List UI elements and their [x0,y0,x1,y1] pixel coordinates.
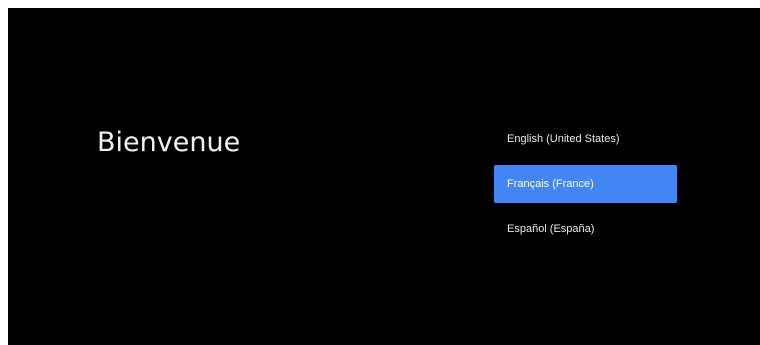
welcome-title: Bienvenue [97,127,241,158]
setup-screen: Bienvenue English (United States) França… [8,8,760,345]
language-option-english[interactable]: English (United States) [494,120,677,158]
language-list: English (United States) Français (France… [494,120,677,255]
language-option-french[interactable]: Français (France) [494,165,677,203]
language-option-spanish[interactable]: Español (España) [494,210,677,248]
